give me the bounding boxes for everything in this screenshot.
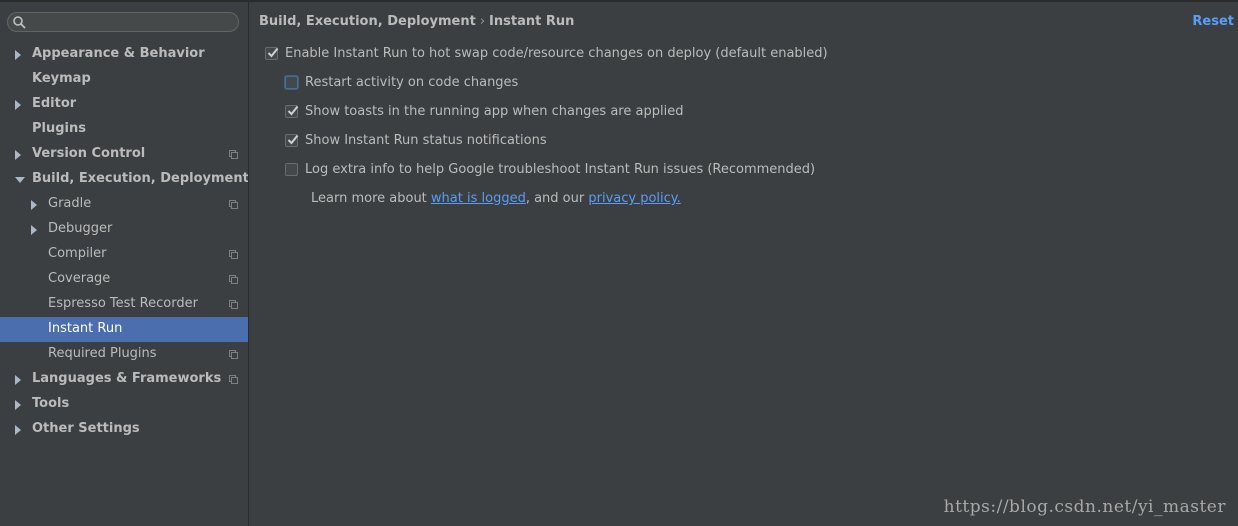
sidebar-item-label: Debugger (48, 221, 113, 236)
chevron-right-icon[interactable] (15, 375, 21, 385)
project-scope-icon (229, 275, 238, 284)
chevron-right-icon[interactable] (31, 200, 37, 210)
project-scope-icon (229, 350, 238, 359)
sidebar-item-label: Coverage (48, 271, 111, 286)
sidebar-item-label: Compiler (48, 246, 107, 261)
show-toasts-checkbox[interactable] (285, 105, 299, 118)
show-toasts-label: Show toasts in the running app when chan… (305, 104, 684, 119)
sidebar-item-keymap[interactable]: Keymap (0, 67, 248, 92)
sidebar-item-build-execution-deployment[interactable]: Build, Execution, Deployment (0, 167, 249, 192)
sidebar-divider (248, 2, 249, 526)
what-is-logged-link[interactable]: what is logged (431, 191, 526, 206)
sidebar-item-coverage[interactable]: Coverage (0, 267, 248, 292)
project-scope-icon (229, 150, 238, 159)
settings-sidebar: Appearance & Behavior Keymap Editor Plugins… (0, 2, 249, 526)
privacy-policy-link[interactable]: privacy policy. (588, 191, 680, 206)
search-input[interactable] (7, 12, 239, 32)
sidebar-item-label: Gradle (48, 196, 92, 211)
breadcrumb-separator: › (479, 14, 486, 29)
sidebar-item-version-control[interactable]: Version Control (0, 142, 248, 167)
enable-instant-run-label: Enable Instant Run to hot swap code/reso… (285, 46, 828, 61)
search-icon (13, 16, 26, 29)
breadcrumb-current: Instant Run (489, 14, 575, 29)
sidebar-item-espresso-test-recorder[interactable]: Espresso Test Recorder (0, 292, 248, 317)
show-status-checkbox[interactable] (285, 134, 299, 147)
checkmark-icon (287, 134, 299, 145)
sidebar-item-label: Tools (32, 396, 70, 411)
sidebar-item-label: Other Settings (32, 421, 140, 436)
project-scope-icon (229, 375, 238, 384)
sidebar-item-label: Plugins (32, 121, 86, 136)
sidebar-item-editor[interactable]: Editor (0, 92, 248, 117)
sidebar-item-tools[interactable]: Tools (0, 392, 248, 417)
chevron-right-icon[interactable] (15, 425, 21, 435)
chevron-down-icon[interactable] (15, 177, 25, 183)
sidebar-item-other-settings[interactable]: Other Settings (0, 417, 248, 442)
sidebar-item-appearance-behavior[interactable]: Appearance & Behavior (0, 42, 248, 67)
learn-more-middle: , and our (525, 191, 589, 206)
learn-more-prefix: Learn more about (311, 191, 431, 206)
sidebar-item-required-plugins[interactable]: Required Plugins (0, 342, 248, 367)
sidebar-item-gradle[interactable]: Gradle (0, 192, 248, 217)
sidebar-item-plugins[interactable]: Plugins (0, 117, 248, 142)
sidebar-item-label: Build, Execution, Deployment (32, 171, 249, 186)
restart-activity-checkbox[interactable] (285, 76, 298, 89)
project-scope-icon (229, 200, 238, 209)
sidebar-item-label: Version Control (32, 146, 146, 161)
sidebar-item-label: Editor (32, 96, 77, 111)
project-scope-icon (229, 300, 238, 309)
sidebar-item-label: Keymap (32, 71, 91, 86)
sidebar-item-label: Languages & Frameworks (32, 371, 222, 386)
enable-instant-run-checkbox[interactable] (265, 47, 279, 60)
sidebar-item-label: Instant Run (48, 321, 123, 336)
checkmark-icon (267, 47, 279, 58)
chevron-right-icon[interactable] (15, 50, 21, 60)
show-status-label: Show Instant Run status notifications (305, 133, 547, 148)
sidebar-item-label: Espresso Test Recorder (48, 296, 198, 311)
reset-link[interactable]: Reset (1192, 14, 1234, 29)
sidebar-item-compiler[interactable]: Compiler (0, 242, 248, 267)
sidebar-item-debugger[interactable]: Debugger (0, 217, 248, 242)
restart-activity-label: Restart activity on code changes (305, 75, 519, 90)
sidebar-item-instant-run[interactable]: Instant Run (0, 317, 248, 342)
sidebar-item-label: Appearance & Behavior (32, 46, 205, 61)
breadcrumb-parent: Build, Execution, Deployment (259, 14, 476, 29)
breadcrumb: Build, Execution, Deployment › Instant Run (259, 14, 574, 29)
log-extra-label: Log extra info to help Google troublesho… (305, 162, 816, 177)
chevron-right-icon[interactable] (31, 225, 37, 235)
sidebar-item-label: Required Plugins (48, 346, 157, 361)
checkmark-icon (287, 105, 299, 116)
learn-more-text: Learn more about what is logged, and our… (311, 191, 681, 206)
watermark: https://blog.csdn.net/yi_master (943, 497, 1226, 517)
sidebar-item-languages-frameworks[interactable]: Languages & Frameworks (0, 367, 248, 392)
chevron-right-icon[interactable] (15, 100, 21, 110)
chevron-right-icon[interactable] (15, 150, 21, 160)
project-scope-icon (229, 250, 238, 259)
log-extra-checkbox[interactable] (285, 163, 298, 176)
chevron-right-icon[interactable] (15, 400, 21, 410)
